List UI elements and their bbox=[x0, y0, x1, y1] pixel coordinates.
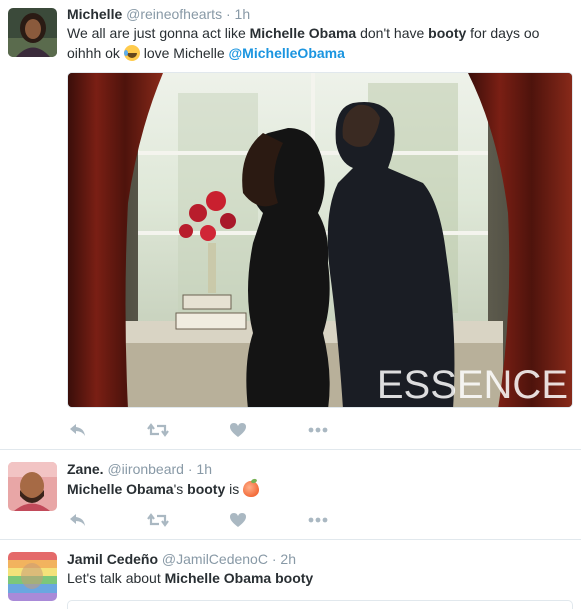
more-button[interactable] bbox=[307, 511, 329, 529]
more-icon bbox=[308, 517, 328, 523]
text-segment: We all are just gonna act like bbox=[67, 25, 250, 41]
tweet-timestamp[interactable]: 1h bbox=[196, 461, 212, 477]
text-bold-segment: booty bbox=[187, 481, 226, 497]
more-icon bbox=[308, 427, 328, 433]
text-segment: 's bbox=[173, 481, 188, 497]
like-button[interactable] bbox=[227, 421, 249, 439]
reply-icon bbox=[70, 424, 85, 436]
author-name[interactable]: Jamil Cedeño bbox=[67, 551, 158, 567]
text-segment: love Michelle bbox=[139, 45, 229, 61]
tweet-text: Let's talk about Michelle Obama booty bbox=[67, 568, 567, 588]
tweet[interactable]: Michelle @reineofhearts · 1h We all are … bbox=[0, 0, 581, 450]
text-segment: don't have bbox=[356, 25, 429, 41]
text-bold-segment: Michelle Obama booty bbox=[164, 570, 314, 586]
like-icon bbox=[230, 513, 246, 527]
tweet-actions bbox=[67, 511, 367, 529]
reply-button[interactable] bbox=[67, 421, 89, 439]
tweet-timestamp[interactable]: 1h bbox=[235, 6, 251, 22]
tweet-timestamp[interactable]: 2h bbox=[280, 551, 296, 567]
author-handle[interactable]: @reineofhearts bbox=[126, 6, 222, 22]
essence-watermark: ESSENCE bbox=[377, 363, 568, 407]
tweet-text: We all are just gonna act like Michelle … bbox=[67, 23, 567, 63]
retweet-button[interactable] bbox=[147, 511, 169, 529]
reply-button[interactable] bbox=[67, 511, 89, 529]
retweet-icon bbox=[147, 513, 169, 527]
avatar[interactable] bbox=[8, 8, 57, 57]
laughing-emoji-icon bbox=[123, 45, 140, 61]
author-name[interactable]: Michelle bbox=[67, 6, 122, 22]
text-bold-segment: Michelle Obama bbox=[67, 481, 174, 497]
author-handle[interactable]: @JamilCedenoC bbox=[162, 551, 268, 567]
mention-link[interactable]: @MichelleObama bbox=[229, 45, 345, 61]
text-segment: Let's talk about bbox=[67, 570, 165, 586]
more-button[interactable] bbox=[307, 421, 329, 439]
tweet-actions bbox=[67, 421, 367, 439]
tweet-photo[interactable]: ESSENCE bbox=[67, 72, 573, 408]
tweet-text: Michelle Obama's booty is bbox=[67, 479, 567, 499]
time-separator: · bbox=[225, 6, 231, 22]
author-name[interactable]: Zane. bbox=[67, 461, 104, 477]
time-separator: · bbox=[271, 551, 277, 567]
text-bold-segment: Michelle Obama bbox=[249, 25, 357, 41]
author-handle[interactable]: @iironbeard bbox=[107, 461, 183, 477]
tweet[interactable]: Jamil Cedeño @JamilCedenoC · 2h Let's ta… bbox=[0, 540, 581, 609]
peach-emoji-icon bbox=[243, 481, 260, 497]
retweet-icon bbox=[147, 423, 169, 437]
media-card-preview[interactable] bbox=[67, 600, 573, 609]
avatar[interactable] bbox=[8, 462, 57, 511]
tweet[interactable]: Zane. @iironbeard · 1h Michelle Obama's … bbox=[0, 450, 581, 540]
text-segment: is bbox=[225, 481, 244, 497]
reply-icon bbox=[70, 514, 85, 526]
like-button[interactable] bbox=[227, 511, 249, 529]
time-separator: · bbox=[187, 461, 193, 477]
avatar[interactable] bbox=[8, 552, 57, 601]
like-icon bbox=[230, 423, 246, 437]
text-bold-segment: booty bbox=[428, 25, 467, 41]
retweet-button[interactable] bbox=[147, 421, 169, 439]
